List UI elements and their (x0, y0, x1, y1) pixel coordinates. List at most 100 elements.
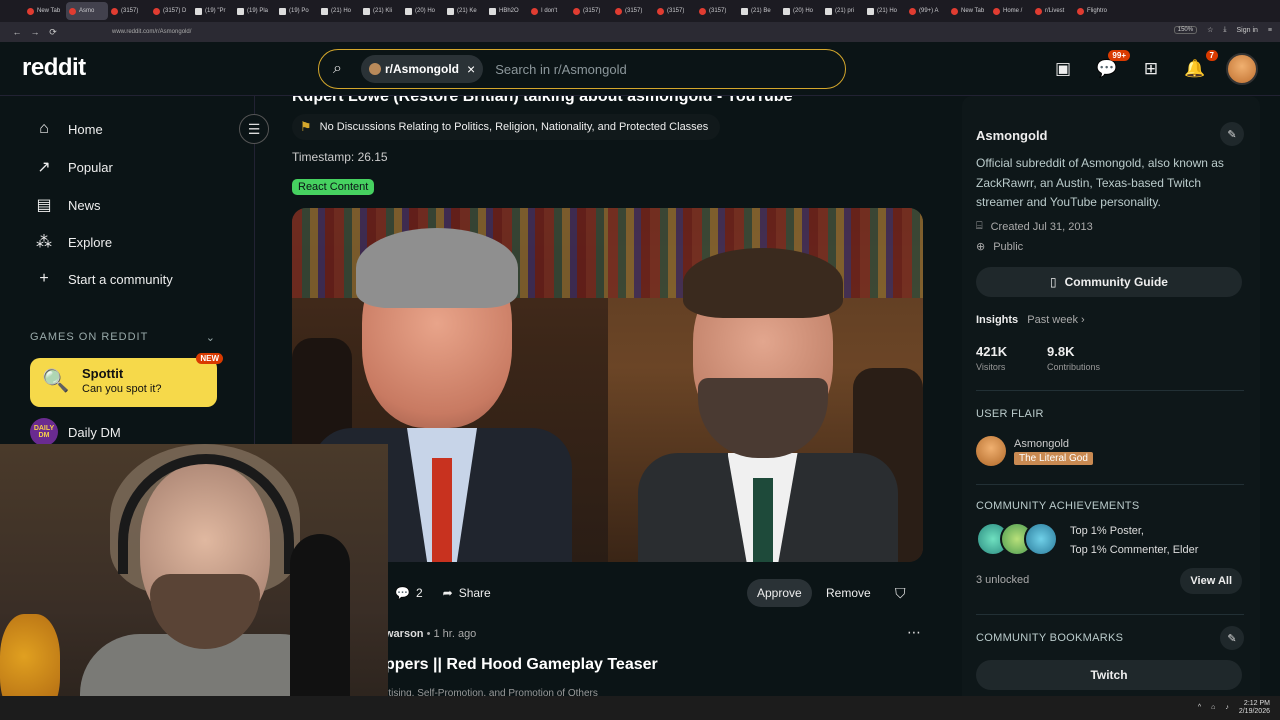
browser-tab[interactable]: (3157) (108, 2, 150, 20)
sidebar-item-news[interactable]: ▤ News (34, 195, 100, 215)
sign-in-link[interactable]: Sign in (1237, 27, 1258, 34)
post-title[interactable]: Rupert Lowe (Restore Britian) talking ab… (292, 96, 792, 106)
share-label: Share (458, 586, 491, 600)
browser-tab[interactable]: (20) Ho (402, 2, 444, 20)
edit-icon[interactable]: ✎ (1220, 626, 1244, 650)
sidebar-item-home[interactable]: ⌂ Home (34, 120, 103, 138)
mod-shield-icon[interactable]: ⛉ (885, 579, 916, 607)
browser-tab[interactable]: (19) "Pr (192, 2, 234, 20)
comments-button[interactable]: 💬 2 (385, 579, 433, 607)
browser-tab[interactable]: (21) Kli (360, 2, 402, 20)
browser-tab[interactable]: (3157) D (150, 2, 192, 20)
tab-label: I don't (541, 8, 558, 14)
search-input[interactable]: Search in r/Asmongold (495, 62, 627, 77)
tab-label: (21) Kli (373, 8, 393, 14)
browser-tab[interactable]: Flightro (1074, 2, 1116, 20)
search-bar[interactable]: ⌕ r/Asmongold × Search in r/Asmongold (318, 49, 846, 89)
bookmark-twitch-button[interactable]: Twitch (976, 660, 1242, 690)
sidebar-item-start-community[interactable]: + Start a community (34, 270, 172, 288)
url-field[interactable]: www.reddit.com/r/Asmongold/ (112, 29, 191, 35)
notification-icon[interactable]: 🔔 7 (1182, 50, 1218, 82)
download-icon[interactable]: ⤓ (1223, 26, 1226, 34)
flair-tag[interactable]: The Literal God (1014, 452, 1093, 465)
tab-label: (21) Ho (877, 8, 898, 14)
book-icon: ▯ (1050, 275, 1057, 289)
close-icon[interactable]: × (467, 61, 475, 77)
chat-icon[interactable]: 💬 99+ (1094, 50, 1130, 82)
news-icon: ▤ (36, 197, 52, 214)
browser-tab[interactable]: (19) Pla (234, 2, 276, 20)
browser-tab[interactable]: Home / (990, 2, 1032, 20)
unlocked-count: 3 unlocked (976, 574, 1030, 586)
back-icon[interactable]: ← (8, 27, 26, 37)
browser-tab[interactable]: (21) Ho (318, 2, 360, 20)
reload-icon[interactable]: ⟳ (44, 27, 62, 38)
zoom-level[interactable]: 150% (1173, 26, 1198, 34)
post-author[interactable]: warson (385, 628, 424, 640)
browser-tab[interactable]: New Tab (24, 2, 66, 20)
game-title: Spottit (82, 366, 124, 381)
sidebar-item-popular[interactable]: ↗ Popular (34, 157, 113, 177)
post-time: • 1 hr. ago (426, 628, 477, 640)
browser-tab[interactable]: HBh2O (486, 2, 528, 20)
achievement-badges[interactable] (976, 522, 1058, 556)
browser-tab[interactable]: (21) Be (738, 2, 780, 20)
post-flair[interactable]: React Content (292, 179, 375, 195)
visibility: ⊕ Public (976, 240, 1023, 254)
notification-badge: 7 (1205, 50, 1218, 61)
more-options-icon[interactable]: ⋯ (907, 624, 921, 641)
tab-label: (3157) D (163, 8, 187, 14)
menu-icon[interactable]: ≡ (1268, 27, 1272, 34)
user-avatar[interactable] (1226, 53, 1258, 85)
rule-banner: ⚑ No Discussions Relating to Politics, R… (292, 114, 721, 140)
browser-tab[interactable]: New Tab (948, 2, 990, 20)
bookmarks-header: COMMUNITY BOOKMARKS (976, 632, 1124, 644)
remove-button[interactable]: Remove (816, 579, 881, 607)
browser-tab[interactable]: (3157) (570, 2, 612, 20)
community-guide-button[interactable]: ▯ Community Guide (976, 267, 1242, 297)
edit-icon[interactable]: ✎ (1220, 122, 1244, 146)
volume-icon[interactable]: ♪ (1225, 704, 1229, 712)
network-icon[interactable]: ⌂ (1211, 704, 1215, 712)
view-all-button[interactable]: View All (1180, 568, 1242, 594)
created-label: Created Jul 31, 2013 (990, 220, 1093, 233)
tab-favicon-icon (909, 7, 916, 15)
browser-tab[interactable]: (21) Ke (444, 2, 486, 20)
browser-tab[interactable]: (3157) (654, 2, 696, 20)
post-body-text: Timestamp: 26.15 (292, 150, 388, 164)
browser-tab[interactable]: (20) Ho (780, 2, 822, 20)
create-post-icon[interactable]: ⊞ (1138, 56, 1164, 82)
tab-favicon-icon (279, 7, 286, 15)
browser-tab[interactable]: r/Livest (1032, 2, 1074, 20)
browser-tab[interactable]: I don't (528, 2, 570, 20)
subreddit-chip[interactable]: r/Asmongold × (361, 55, 484, 83)
browser-tab[interactable]: (21) Ho (864, 2, 906, 20)
games-section-header[interactable]: GAMES ON REDDIT ⌄ (30, 331, 216, 344)
tab-favicon-icon (741, 7, 748, 15)
star-icon[interactable]: ☆ (1207, 26, 1213, 34)
browser-tab[interactable]: (3157) (696, 2, 738, 20)
chevron-up-icon[interactable]: ^ (1198, 704, 1201, 712)
games-section-label: GAMES ON REDDIT (30, 331, 149, 343)
reddit-logo[interactable]: reddit (22, 54, 86, 82)
browser-tab[interactable]: (19) Po (276, 2, 318, 20)
browser-tab[interactable]: (21) pri (822, 2, 864, 20)
microphone-icon (290, 534, 350, 720)
share-button[interactable]: ➦ Share (433, 579, 501, 607)
advertise-icon[interactable]: ▣ (1050, 56, 1076, 82)
sidebar-item-daily-dm[interactable]: DAILY DM Daily DM (30, 418, 121, 446)
approve-button[interactable]: Approve (747, 579, 812, 607)
insights-header[interactable]: Insights Past week › (976, 314, 1085, 326)
tab-favicon-icon (615, 7, 622, 15)
tab-favicon-icon (573, 7, 580, 15)
browser-tab[interactable]: (99+) A (906, 2, 948, 20)
forward-icon[interactable]: → (26, 27, 44, 37)
browser-tab[interactable]: Asmo (66, 2, 108, 20)
game-card-spottit[interactable]: 🔍 Spottit Can you spot it? NEW (30, 353, 223, 407)
post-title[interactable]: ppers || Red Hood Gameplay Teaser (385, 656, 658, 674)
clock[interactable]: 2:12 PM 2/19/2026 (1239, 700, 1270, 716)
browser-tab[interactable]: (3157) (612, 2, 654, 20)
tab-label: Flightro (1087, 8, 1108, 14)
tab-favicon-icon (783, 7, 790, 15)
sidebar-item-explore[interactable]: ⁂ Explore (34, 232, 112, 252)
